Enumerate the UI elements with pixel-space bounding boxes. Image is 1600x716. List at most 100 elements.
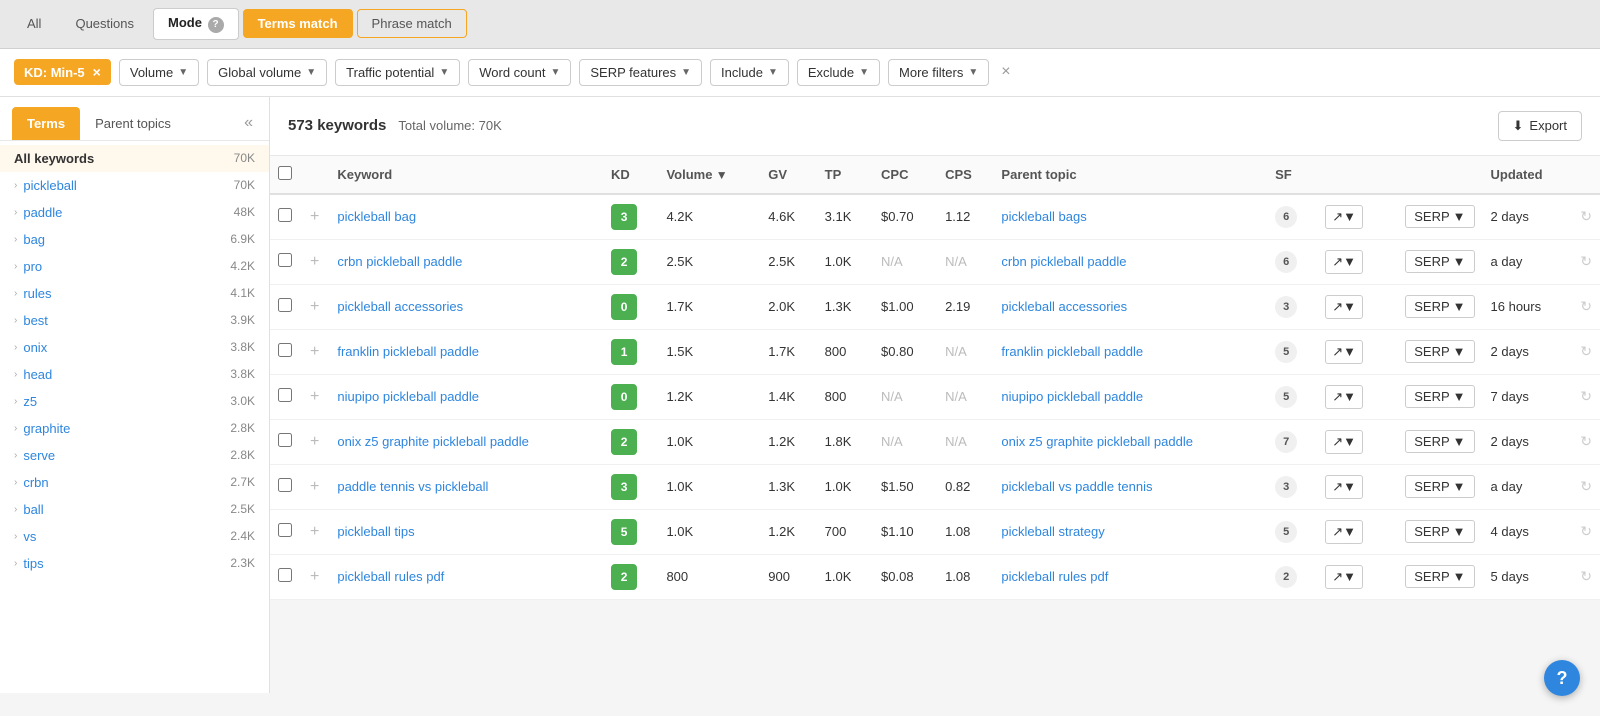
row-checkbox[interactable]	[278, 253, 292, 267]
serp-features-filter[interactable]: SERP features ▼	[579, 59, 702, 86]
parent-topic-link[interactable]: pickleball vs paddle tennis	[1001, 479, 1152, 494]
cpc-header[interactable]: CPC	[873, 156, 937, 194]
sidebar-item[interactable]: › tips 2.3K	[0, 550, 269, 577]
terms-match-tab[interactable]: Terms match	[243, 9, 353, 38]
sidebar-item[interactable]: › pro 4.2K	[0, 253, 269, 280]
keyword-link[interactable]: pickleball accessories	[337, 299, 463, 314]
sidebar-item[interactable]: › vs 2.4K	[0, 523, 269, 550]
serp-button[interactable]: SERP ▼	[1405, 385, 1474, 408]
row-checkbox[interactable]	[278, 343, 292, 357]
sidebar-item[interactable]: › ball 2.5K	[0, 496, 269, 523]
parent-topic-link[interactable]: pickleball accessories	[1001, 299, 1127, 314]
parent-topic-link[interactable]: pickleball strategy	[1001, 524, 1104, 539]
sidebar-item[interactable]: › crbn 2.7K	[0, 469, 269, 496]
sidebar-item[interactable]: › bag 6.9K	[0, 226, 269, 253]
parent-topic-link[interactable]: pickleball rules pdf	[1001, 569, 1108, 584]
phrase-match-tab[interactable]: Phrase match	[357, 9, 467, 38]
help-button[interactable]: ?	[1544, 660, 1580, 696]
mode-tab[interactable]: Mode ?	[153, 8, 239, 40]
serp-button[interactable]: SERP ▼	[1405, 340, 1474, 363]
serp-button[interactable]: SERP ▼	[1405, 295, 1474, 318]
mode-help-icon[interactable]: ?	[208, 17, 224, 33]
row-checkbox[interactable]	[278, 523, 292, 537]
sidebar-item[interactable]: › graphite 2.8K	[0, 415, 269, 442]
sidebar-item[interactable]: › z5 3.0K	[0, 388, 269, 415]
refresh-button[interactable]: ↻	[1580, 478, 1592, 495]
add-keyword-button[interactable]: +	[308, 208, 321, 226]
keyword-link[interactable]: pickleball tips	[337, 524, 414, 539]
traffic-potential-filter[interactable]: Traffic potential ▼	[335, 59, 460, 86]
serp-button[interactable]: SERP ▼	[1405, 520, 1474, 543]
add-keyword-button[interactable]: +	[308, 568, 321, 586]
sidebar-item[interactable]: › onix 3.8K	[0, 334, 269, 361]
trend-button[interactable]: ↗ ▼	[1325, 475, 1363, 499]
keyword-link[interactable]: paddle tennis vs pickleball	[337, 479, 488, 494]
gv-header[interactable]: GV	[760, 156, 816, 194]
refresh-button[interactable]: ↻	[1580, 433, 1592, 450]
parent-topic-link[interactable]: pickleball bags	[1001, 209, 1086, 224]
updated-header[interactable]: Updated	[1483, 156, 1573, 194]
row-checkbox[interactable]	[278, 208, 292, 222]
kd-filter-remove[interactable]: ×	[93, 64, 101, 80]
refresh-button[interactable]: ↻	[1580, 388, 1592, 405]
trend-button[interactable]: ↗ ▼	[1325, 565, 1363, 589]
serp-button[interactable]: SERP ▼	[1405, 205, 1474, 228]
parent-topic-link[interactable]: franklin pickleball paddle	[1001, 344, 1143, 359]
row-checkbox[interactable]	[278, 478, 292, 492]
more-filters[interactable]: More filters ▼	[888, 59, 989, 86]
keyword-link[interactable]: pickleball bag	[337, 209, 416, 224]
refresh-button[interactable]: ↻	[1580, 253, 1592, 270]
word-count-filter[interactable]: Word count ▼	[468, 59, 571, 86]
trend-button[interactable]: ↗ ▼	[1325, 340, 1363, 364]
serp-button[interactable]: SERP ▼	[1405, 565, 1474, 588]
row-checkbox[interactable]	[278, 388, 292, 402]
trend-button[interactable]: ↗ ▼	[1325, 385, 1363, 409]
sidebar-item[interactable]: › serve 2.8K	[0, 442, 269, 469]
parent-topic-link[interactable]: onix z5 graphite pickleball paddle	[1001, 434, 1193, 449]
terms-tab[interactable]: Terms	[12, 107, 80, 140]
trend-button[interactable]: ↗ ▼	[1325, 295, 1363, 319]
add-keyword-button[interactable]: +	[308, 253, 321, 271]
parent-topics-tab[interactable]: Parent topics	[80, 107, 186, 140]
refresh-button[interactable]: ↻	[1580, 523, 1592, 540]
all-tab[interactable]: All	[12, 9, 56, 38]
questions-tab[interactable]: Questions	[60, 9, 149, 38]
exclude-filter[interactable]: Exclude ▼	[797, 59, 880, 86]
row-checkbox[interactable]	[278, 433, 292, 447]
serp-button[interactable]: SERP ▼	[1405, 250, 1474, 273]
trend-button[interactable]: ↗ ▼	[1325, 205, 1363, 229]
global-volume-filter[interactable]: Global volume ▼	[207, 59, 327, 86]
sidebar-item[interactable]: › head 3.8K	[0, 361, 269, 388]
keyword-link[interactable]: crbn pickleball paddle	[337, 254, 462, 269]
add-keyword-button[interactable]: +	[308, 433, 321, 451]
row-checkbox[interactable]	[278, 298, 292, 312]
refresh-button[interactable]: ↻	[1580, 208, 1592, 225]
sidebar-item[interactable]: › best 3.9K	[0, 307, 269, 334]
sf-header[interactable]: SF	[1267, 156, 1317, 194]
add-keyword-button[interactable]: +	[308, 298, 321, 316]
keyword-header[interactable]: Keyword	[329, 156, 603, 194]
trend-button[interactable]: ↗ ▼	[1325, 250, 1363, 274]
keyword-link[interactable]: onix z5 graphite pickleball paddle	[337, 434, 529, 449]
cps-header[interactable]: CPS	[937, 156, 993, 194]
add-keyword-button[interactable]: +	[308, 523, 321, 541]
tp-header[interactable]: TP	[817, 156, 873, 194]
sidebar-item[interactable]: › rules 4.1K	[0, 280, 269, 307]
trend-button[interactable]: ↗ ▼	[1325, 430, 1363, 454]
volume-header[interactable]: Volume ▼	[658, 156, 760, 194]
parent-topic-link[interactable]: niupipo pickleball paddle	[1001, 389, 1143, 404]
trend-button[interactable]: ↗ ▼	[1325, 520, 1363, 544]
add-keyword-button[interactable]: +	[308, 343, 321, 361]
export-button[interactable]: ⬇ Export	[1498, 111, 1582, 141]
parent-topic-link[interactable]: crbn pickleball paddle	[1001, 254, 1126, 269]
keyword-link[interactable]: pickleball rules pdf	[337, 569, 444, 584]
include-filter[interactable]: Include ▼	[710, 59, 789, 86]
sidebar-collapse-button[interactable]: «	[240, 110, 257, 136]
keyword-link[interactable]: franklin pickleball paddle	[337, 344, 479, 359]
serp-button[interactable]: SERP ▼	[1405, 475, 1474, 498]
sidebar-all-keywords[interactable]: All keywords 70K	[0, 145, 269, 172]
clear-all-filters[interactable]: ×	[997, 59, 1014, 85]
add-keyword-button[interactable]: +	[308, 388, 321, 406]
parent-topic-header[interactable]: Parent topic	[993, 156, 1267, 194]
keyword-link[interactable]: niupipo pickleball paddle	[337, 389, 479, 404]
